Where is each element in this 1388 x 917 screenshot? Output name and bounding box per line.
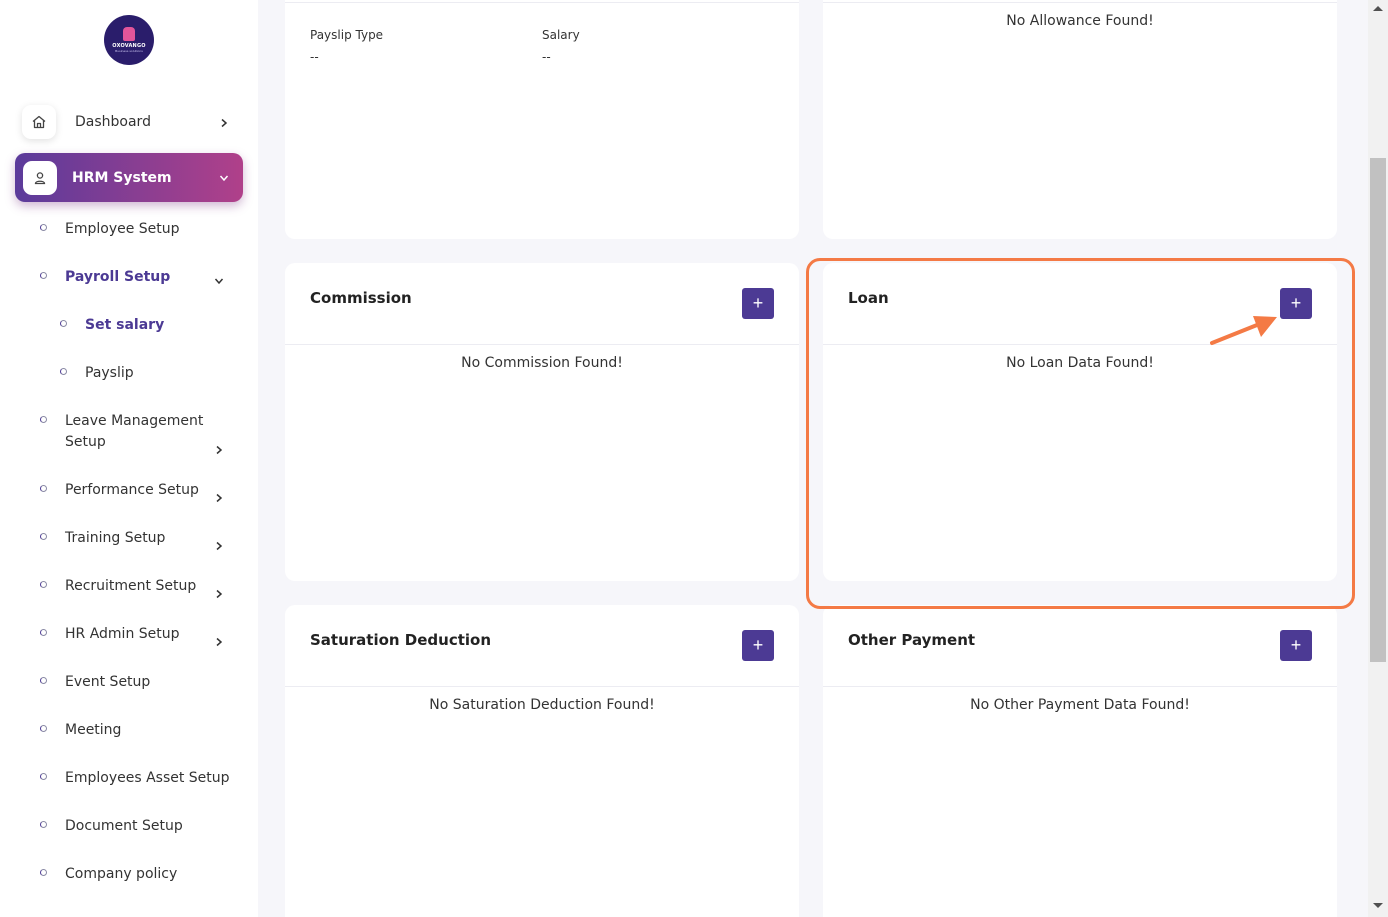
scroll-thumb[interactable] [1370, 158, 1386, 662]
chevron-right-icon [214, 488, 224, 507]
sidebar-item-label: Document Setup [65, 818, 183, 834]
saturation-deduction-empty-message: No Saturation Deduction Found! [429, 697, 655, 713]
salary-label: Salary [542, 28, 580, 42]
bullet-icon [40, 272, 47, 279]
bullet-icon [40, 725, 47, 732]
bullet-icon [60, 368, 67, 375]
salary-value: -- [542, 50, 551, 64]
chevron-down-icon [214, 271, 224, 290]
sidebar-item-event-setup[interactable]: Event Setup [0, 672, 258, 693]
other-payment-card: Other Payment + No Other Payment Data Fo… [823, 605, 1337, 917]
bullet-icon [40, 677, 47, 684]
add-other-payment-button[interactable]: + [1280, 630, 1312, 661]
vertical-scrollbar[interactable] [1368, 0, 1388, 917]
sidebar-item-label: Payslip [85, 365, 134, 381]
sidebar-item-label: Company policy [65, 866, 178, 882]
bullet-icon [40, 485, 47, 492]
bullet-icon [40, 416, 47, 423]
allowance-card: No Allowance Found! [823, 0, 1337, 239]
sidebar-item-employee-setup[interactable]: Employee Setup [0, 219, 258, 240]
sidebar-item-set-salary[interactable]: Set salary [0, 315, 258, 336]
sidebar-item-label: Training Setup [65, 530, 166, 546]
sidebar-item-payroll-setup[interactable]: Payroll Setup [0, 267, 258, 288]
divider [285, 2, 799, 5]
sidebar: OXOVANGO Business solutions Dashboard HR… [0, 0, 258, 917]
chevron-right-icon [214, 584, 224, 603]
sidebar-item-label: Payroll Setup [65, 269, 171, 285]
sidebar-item-label: Event Setup [65, 674, 151, 690]
allowance-empty-message: No Allowance Found! [1006, 13, 1154, 29]
bullet-icon [40, 629, 47, 636]
payslip-type-value: -- [310, 50, 319, 64]
commission-card: Commission + No Commission Found! [285, 263, 799, 581]
bullet-icon [40, 533, 47, 540]
add-commission-button[interactable]: + [742, 288, 774, 319]
chevron-down-icon [219, 168, 229, 187]
sidebar-item-label: Dashboard [75, 114, 151, 130]
bullet-icon [40, 869, 47, 876]
sidebar-item-meeting[interactable]: Meeting [0, 720, 258, 741]
user-icon [23, 160, 57, 195]
logo-mark-icon [123, 27, 135, 41]
divider [823, 2, 1337, 5]
chevron-right-icon [214, 632, 224, 651]
bullet-icon [40, 224, 47, 231]
chevron-right-icon [214, 440, 224, 459]
saturation-deduction-title: Saturation Deduction [310, 631, 492, 649]
other-payment-empty-message: No Other Payment Data Found! [970, 697, 1190, 713]
card-header: Saturation Deduction + [285, 605, 799, 687]
commission-empty-message: No Commission Found! [461, 355, 623, 371]
sidebar-item-payslip[interactable]: Payslip [0, 363, 258, 384]
sidebar-item-hrm-system[interactable]: HRM System [15, 153, 243, 202]
saturation-deduction-card: Saturation Deduction + No Saturation Ded… [285, 605, 799, 917]
sidebar-item-label: Leave Management Setup [65, 413, 204, 450]
sidebar-item-label: Employees Asset Setup [65, 770, 230, 786]
card-header: Commission + [285, 263, 799, 345]
scroll-down-icon[interactable] [1373, 903, 1383, 908]
sidebar-item-leave-management-setup[interactable]: Leave Management Setup [0, 411, 258, 455]
other-payment-title: Other Payment [848, 631, 976, 649]
sidebar-item-hr-admin-setup[interactable]: HR Admin Setup [0, 624, 258, 647]
card-header: Other Payment + [823, 605, 1337, 687]
sidebar-item-label: Set salary [85, 317, 165, 333]
scroll-up-icon[interactable] [1373, 6, 1383, 11]
sidebar-item-document-setup[interactable]: Document Setup [0, 816, 258, 837]
bullet-icon [40, 821, 47, 828]
payslip-type-label: Payslip Type [310, 28, 384, 42]
sidebar-item-dashboard[interactable]: Dashboard [15, 100, 243, 144]
commission-title: Commission [310, 289, 412, 307]
sidebar-item-performance-setup[interactable]: Performance Setup [0, 480, 258, 503]
home-icon [22, 105, 56, 139]
company-logo[interactable]: OXOVANGO Business solutions [104, 15, 154, 65]
sidebar-item-recruitment-setup[interactable]: Recruitment Setup [0, 576, 258, 599]
sidebar-item-training-setup[interactable]: Training Setup [0, 528, 258, 551]
bullet-icon [40, 581, 47, 588]
sidebar-item-label: Employee Setup [65, 221, 180, 237]
payslip-card: Payslip Type -- Salary -- [285, 0, 799, 239]
sidebar-item-label: Recruitment Setup [65, 578, 197, 594]
add-saturation-deduction-button[interactable]: + [742, 630, 774, 661]
sidebar-item-label: HRM System [72, 169, 172, 186]
bullet-icon [40, 773, 47, 780]
chevron-right-icon [219, 113, 229, 132]
sidebar-item-employees-asset-setup[interactable]: Employees Asset Setup [0, 768, 258, 789]
sidebar-item-label: Performance Setup [65, 482, 199, 498]
bullet-icon [60, 320, 67, 327]
annotation-arrow-icon [1210, 316, 1277, 345]
sidebar-item-label: Meeting [65, 722, 122, 738]
chevron-right-icon [214, 536, 224, 555]
logo-tagline: Business solutions [115, 49, 143, 53]
sidebar-item-label: HR Admin Setup [65, 626, 180, 642]
sidebar-item-company-policy[interactable]: Company policy [0, 864, 258, 885]
